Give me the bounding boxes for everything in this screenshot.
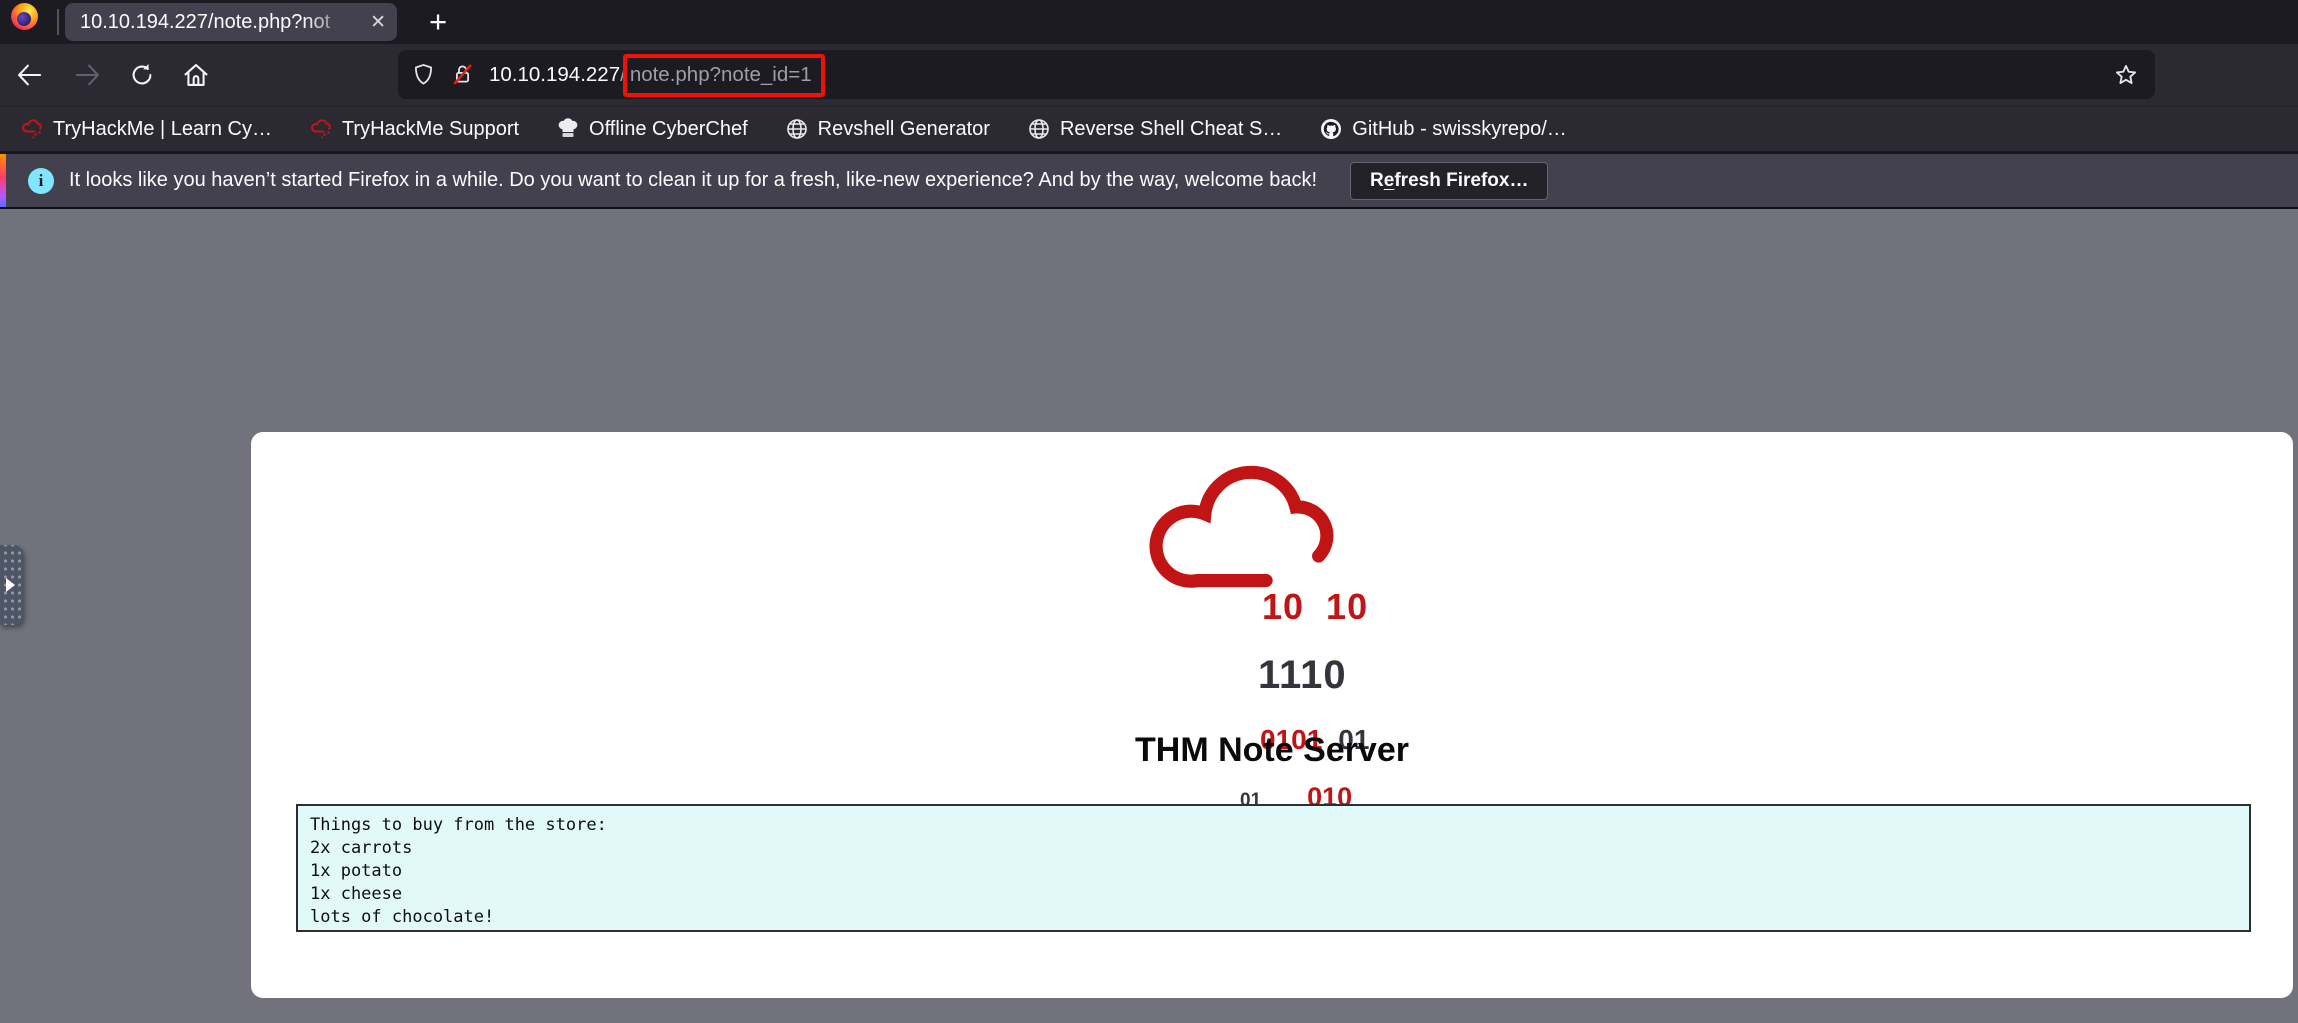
bookmark-tryhackme-support[interactable]: TryHackMe Support — [309, 117, 519, 141]
tab-close-icon[interactable]: ✕ — [367, 10, 389, 35]
thm-logo: 10 10 1110 010101 01010 01 — [1136, 458, 1408, 862]
bookmark-label: Revshell Generator — [817, 117, 990, 140]
globe-icon — [786, 119, 807, 139]
bookmark-label: GitHub - swisskyrepo/… — [1352, 117, 1567, 140]
tab-bar: 10.10.194.227/note.php?not ✕ + — [0, 0, 2298, 44]
tracking-shield-icon[interactable] — [411, 62, 436, 87]
tab-title: 10.10.194.227/note.php?not — [80, 10, 331, 33]
navigation-toolbar: 10.10.194.227/note.php?note_id=1 — [0, 44, 2298, 106]
forward-button[interactable] — [74, 61, 102, 89]
note-server-card: 10 10 1110 010101 01010 01 THM Note Serv… — [251, 432, 2293, 998]
new-tab-button[interactable]: + — [420, 4, 456, 40]
bookmark-label: Reverse Shell Cheat S… — [1059, 117, 1283, 140]
bookmark-label: Offline CyberChef — [589, 117, 748, 140]
globe-icon — [1029, 119, 1049, 139]
bookmark-tryhackme-learn[interactable]: TryHackMe | Learn Cy… — [20, 117, 272, 141]
url-text: 10.10.194.227/note.php?note_id=1 — [489, 53, 825, 97]
notification-bar: It looks like you haven’t started Firefo… — [0, 154, 2298, 207]
note-content-box[interactable]: Things to buy from the store: 2x carrots… — [296, 804, 2251, 932]
web-page-viewport: 10 10 1110 010101 01010 01 THM Note Serv… — [0, 209, 2298, 1023]
home-button[interactable] — [182, 61, 210, 89]
bookmark-cyberchef[interactable]: Offline CyberChef — [556, 117, 748, 141]
github-icon — [1321, 119, 1342, 139]
firefox-logo-icon[interactable] — [11, 3, 38, 30]
firefox-window: 10.10.194.227/note.php?not ✕ + 10.10.194… — [0, 0, 2298, 1023]
active-tab[interactable]: 10.10.194.227/note.php?not ✕ — [65, 3, 397, 41]
tryhackme-cloud-icon — [310, 119, 331, 139]
bookmark-label: TryHackMe | Learn Cy… — [53, 117, 272, 140]
bookmark-star-icon[interactable] — [2113, 62, 2139, 88]
notification-message: It looks like you haven’t started Firefo… — [69, 169, 1318, 191]
bookmark-revshell-generator[interactable]: Revshell Generator — [785, 117, 990, 141]
url-path-highlighted: note.php?note_id=1 — [622, 53, 825, 97]
bookmark-reverse-shell-cheatsheet[interactable]: Reverse Shell Cheat S… — [1027, 117, 1282, 141]
tab-separator — [57, 9, 59, 35]
chef-hat-icon — [558, 118, 578, 137]
tryhackme-cloud-icon — [22, 119, 42, 139]
split-view-handle[interactable] — [0, 545, 23, 625]
insecure-lock-icon[interactable] — [450, 62, 475, 87]
back-button[interactable] — [15, 61, 43, 89]
bookmark-label: TryHackMe Support — [341, 117, 520, 140]
url-bar[interactable]: 10.10.194.227/note.php?note_id=1 — [398, 50, 2155, 99]
bookmarks-toolbar: TryHackMe | Learn Cy… TryHackMe Support … — [0, 106, 2298, 151]
info-icon — [28, 167, 54, 194]
url-host: 10.10.194.227 — [489, 62, 621, 86]
bookmark-github-swisskyrepo[interactable]: GitHub - swisskyrepo/… — [1319, 117, 1567, 141]
reload-button[interactable] — [128, 61, 156, 89]
page-title: THM Note Server — [1135, 731, 1409, 769]
refresh-firefox-button[interactable]: Refresh Firefox… — [1350, 161, 1549, 200]
notification-gradient-stripe — [0, 154, 6, 207]
